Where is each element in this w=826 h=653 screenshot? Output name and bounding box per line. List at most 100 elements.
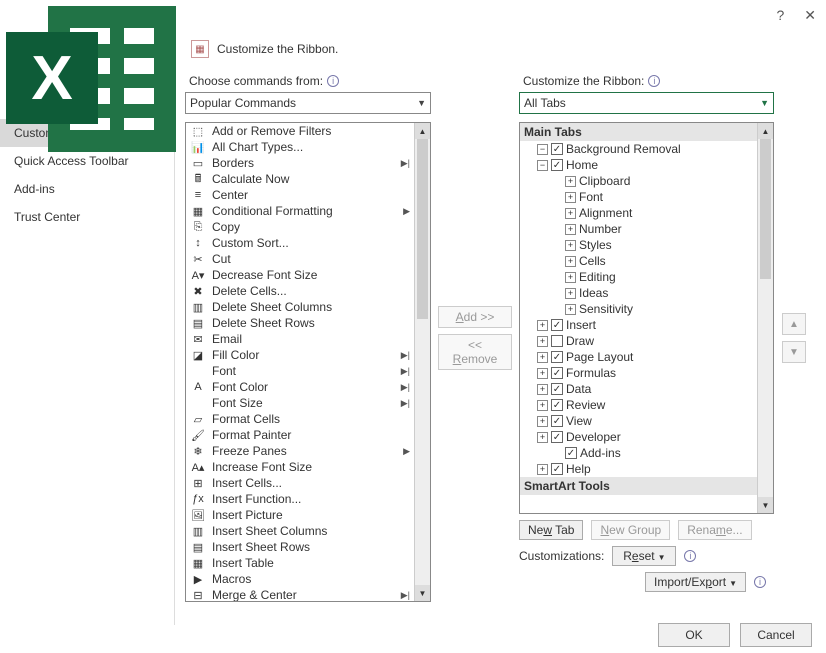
expand-icon[interactable]: + [537, 368, 548, 379]
expand-icon[interactable]: + [565, 224, 576, 235]
expand-icon[interactable]: + [537, 416, 548, 427]
tree-item[interactable]: +Editing [520, 269, 757, 285]
tree-item[interactable]: +Number [520, 221, 757, 237]
command-item[interactable]: ▥Delete Sheet Columns [186, 299, 414, 315]
tree-item[interactable]: +Styles [520, 237, 757, 253]
expand-icon[interactable]: + [565, 256, 576, 267]
tree-item[interactable]: +Alignment [520, 205, 757, 221]
command-item[interactable]: ✉Email [186, 331, 414, 347]
command-item[interactable]: ⊞Insert Cells... [186, 475, 414, 491]
checkbox[interactable]: ✓ [551, 463, 563, 475]
command-item[interactable]: ✂Cut [186, 251, 414, 267]
import-export-button[interactable]: Import/Export▼ [645, 572, 746, 592]
ok-button[interactable]: OK [658, 623, 730, 647]
command-item[interactable]: ✖Delete Cells... [186, 283, 414, 299]
command-item[interactable]: 🖩Calculate Now [186, 171, 414, 187]
expand-icon[interactable]: − [537, 160, 548, 171]
tree-item[interactable]: +✓Review [520, 397, 757, 413]
scroll-up-icon[interactable]: ▲ [415, 123, 430, 139]
scroll-down-icon[interactable]: ▼ [415, 585, 430, 601]
tree-item[interactable]: −✓Home [520, 157, 757, 173]
add-button[interactable]: Add >> [438, 306, 512, 328]
tree-item[interactable]: +✓Page Layout [520, 349, 757, 365]
command-item[interactable]: ⎘Copy [186, 219, 414, 235]
info-icon[interactable]: i [327, 75, 339, 87]
cancel-button[interactable]: Cancel [740, 623, 812, 647]
tree-item[interactable]: +✓Help [520, 461, 757, 477]
checkbox[interactable]: ✓ [551, 415, 563, 427]
checkbox[interactable]: ✓ [551, 431, 563, 443]
sidebar-item-trust-center[interactable]: Trust Center [0, 203, 174, 231]
command-item[interactable]: ↕Custom Sort... [186, 235, 414, 251]
checkbox[interactable]: ✓ [551, 367, 563, 379]
checkbox[interactable]: ✓ [551, 319, 563, 331]
scroll-down-icon[interactable]: ▼ [758, 497, 773, 513]
close-icon[interactable]: ✕ [804, 7, 816, 24]
tree-item[interactable]: +✓View [520, 413, 757, 429]
command-item[interactable]: AFont Color▶| [186, 379, 414, 395]
command-item[interactable]: A▾Decrease Font Size [186, 267, 414, 283]
tree-item[interactable]: +Cells [520, 253, 757, 269]
command-item[interactable]: ƒxInsert Function... [186, 491, 414, 507]
expand-icon[interactable]: + [537, 400, 548, 411]
reset-button[interactable]: Reset▼ [612, 546, 676, 566]
info-icon[interactable]: i [684, 550, 696, 562]
expand-icon[interactable]: + [537, 320, 548, 331]
command-item[interactable]: 🖼Insert Picture [186, 507, 414, 523]
move-up-button[interactable]: ▲ [782, 313, 806, 335]
remove-button[interactable]: << Remove [438, 334, 512, 370]
info-icon[interactable]: i [754, 576, 766, 588]
command-item[interactable]: ▥Insert Sheet Columns [186, 523, 414, 539]
expand-icon[interactable]: − [537, 144, 548, 155]
command-item[interactable]: ❄Freeze Panes▶ [186, 443, 414, 459]
checkbox[interactable]: ✓ [551, 143, 563, 155]
command-item[interactable]: ⊟Merge & Center▶| [186, 587, 414, 601]
checkbox[interactable] [551, 335, 563, 347]
expand-icon[interactable]: + [537, 352, 548, 363]
help-icon[interactable]: ? [776, 7, 784, 23]
new-tab-button[interactable]: New Tab [519, 520, 583, 540]
expand-icon[interactable]: + [537, 432, 548, 443]
expand-icon[interactable]: + [537, 336, 548, 347]
customize-ribbon-dropdown[interactable]: All Tabs ▼ [519, 92, 774, 114]
move-down-button[interactable]: ▼ [782, 341, 806, 363]
command-item[interactable]: ▭Borders▶| [186, 155, 414, 171]
command-item[interactable]: ◪Fill Color▶| [186, 347, 414, 363]
checkbox[interactable]: ✓ [551, 351, 563, 363]
expand-icon[interactable]: + [565, 272, 576, 283]
tree-item[interactable]: +Ideas [520, 285, 757, 301]
scroll-thumb[interactable] [760, 139, 771, 279]
sidebar-item-add-ins[interactable]: Add-ins [0, 175, 174, 203]
checkbox[interactable]: ✓ [551, 399, 563, 411]
command-item[interactable]: Font▶| [186, 363, 414, 379]
command-item[interactable]: 📊All Chart Types... [186, 139, 414, 155]
command-item[interactable]: ▤Delete Sheet Rows [186, 315, 414, 331]
new-group-button[interactable]: New Group [591, 520, 670, 540]
command-item[interactable]: 🖌Format Painter [186, 427, 414, 443]
expand-icon[interactable]: + [565, 240, 576, 251]
checkbox[interactable]: ✓ [565, 447, 577, 459]
expand-icon[interactable]: + [537, 464, 548, 475]
command-item[interactable]: ▤Insert Sheet Rows [186, 539, 414, 555]
scroll-up-icon[interactable]: ▲ [758, 123, 773, 139]
expand-icon[interactable]: + [565, 176, 576, 187]
choose-commands-dropdown[interactable]: Popular Commands ▼ [185, 92, 431, 114]
expand-icon[interactable]: + [565, 288, 576, 299]
tree-item[interactable]: +✓Data [520, 381, 757, 397]
scrollbar[interactable]: ▲ ▼ [757, 123, 773, 513]
tree-item[interactable]: −✓Background Removal [520, 141, 757, 157]
command-item[interactable]: ⬚Add or Remove Filters [186, 123, 414, 139]
command-item[interactable]: ▶Macros [186, 571, 414, 587]
expand-icon[interactable]: + [565, 304, 576, 315]
tree-item[interactable]: +Draw [520, 333, 757, 349]
command-item[interactable]: ▦Insert Table [186, 555, 414, 571]
info-icon[interactable]: i [648, 75, 660, 87]
checkbox[interactable]: ✓ [551, 383, 563, 395]
expand-icon[interactable]: + [565, 192, 576, 203]
tree-item[interactable]: +Font [520, 189, 757, 205]
tree-item[interactable]: +✓Insert [520, 317, 757, 333]
rename-button[interactable]: Rename... [678, 520, 751, 540]
tree-item[interactable]: ✓Add-ins [520, 445, 757, 461]
tree-item[interactable]: +✓Developer [520, 429, 757, 445]
expand-icon[interactable]: + [565, 208, 576, 219]
